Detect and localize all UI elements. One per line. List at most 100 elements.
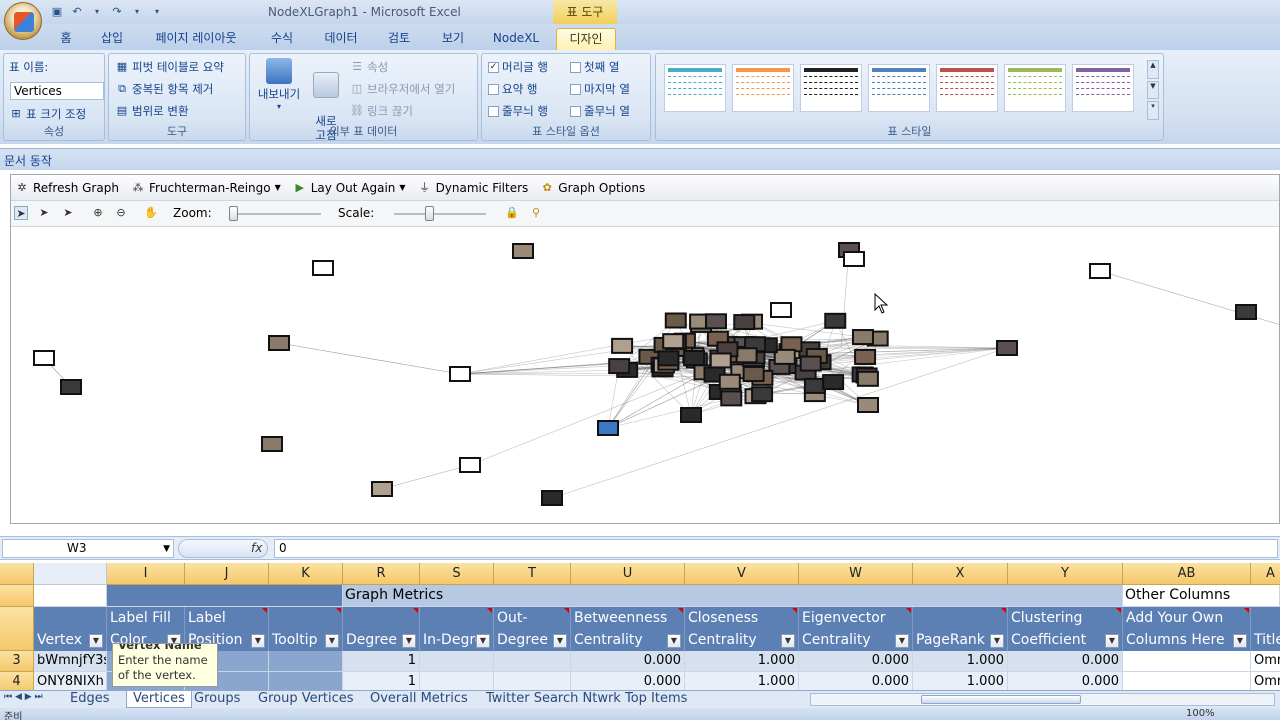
graph-vertex[interactable]	[1089, 263, 1111, 279]
last-column-checkbox[interactable]: 마지막 열	[570, 81, 630, 97]
filter-dropdown-icon[interactable]: ▼	[476, 634, 490, 648]
cell-pagerank[interactable]: 1.000	[913, 672, 1008, 690]
group-header-other-columns[interactable]: Other Columns	[1123, 585, 1280, 607]
cell[interactable]	[494, 651, 571, 672]
header-eigenvector[interactable]: Eigenvector Centrality ▼	[799, 607, 913, 651]
subtract-select-pointer-icon[interactable]: ➤	[61, 206, 75, 220]
graph-vertex[interactable]	[60, 379, 82, 395]
graph-vertex[interactable]	[611, 337, 634, 354]
table-style-swatch[interactable]	[732, 64, 794, 112]
header-closeness[interactable]: Closeness Centrality ▼	[685, 607, 799, 651]
cell-title[interactable]: Omr	[1251, 651, 1280, 672]
filter-dropdown-icon[interactable]: ▼	[781, 634, 795, 648]
graph-vertex[interactable]	[735, 347, 758, 364]
total-row-checkbox[interactable]: 요약 행	[488, 81, 537, 97]
group-header-graph-metrics[interactable]: Graph Metrics	[343, 585, 1123, 607]
dynamic-filters-button[interactable]: ⏚ Dynamic Filters	[418, 181, 528, 195]
cell-clustering[interactable]: 0.000	[1008, 651, 1123, 672]
graph-vertex[interactable]	[33, 350, 55, 366]
layout-dropdown[interactable]: ⁂ Fruchterman-Reingo ▼	[131, 181, 280, 195]
graph-vertex[interactable]	[718, 373, 741, 390]
column-header-w[interactable]: W	[799, 563, 913, 585]
filter-dropdown-icon[interactable]: ▼	[251, 634, 265, 648]
cell[interactable]	[420, 651, 494, 672]
cell-degree[interactable]: 1	[343, 672, 420, 690]
zoom-slider-thumb[interactable]	[229, 206, 238, 221]
zoom-in-icon[interactable]: ⊕	[91, 206, 105, 220]
lock-icon[interactable]: 🔒	[505, 206, 519, 220]
column-header-hidden[interactable]	[34, 563, 107, 585]
column-header-i[interactable]: I	[107, 563, 185, 585]
graph-vertex[interactable]	[371, 481, 393, 497]
sheet-tab[interactable]: Vertices	[126, 691, 192, 708]
first-column-checkbox[interactable]: 첫째 열	[570, 59, 619, 75]
horizontal-scrollbar[interactable]	[810, 693, 1275, 706]
column-header-r[interactable]: R	[343, 563, 420, 585]
cell[interactable]	[494, 672, 571, 690]
graph-vertex[interactable]	[268, 335, 290, 351]
header-title[interactable]: Title	[1251, 607, 1280, 651]
cell-blank[interactable]	[34, 585, 107, 607]
refresh-graph-button[interactable]: ✲ Refresh Graph	[15, 181, 119, 195]
cell[interactable]	[269, 672, 343, 690]
table-style-swatch[interactable]	[936, 64, 998, 112]
graph-vertex[interactable]	[720, 390, 743, 407]
graph-vertex[interactable]	[770, 302, 792, 318]
graph-vertex[interactable]	[857, 397, 879, 413]
graph-vertex[interactable]	[312, 260, 334, 276]
cell-clustering[interactable]: 0.000	[1008, 672, 1123, 690]
sheet-tab[interactable]: Twitter Search Ntwrk Top Items	[486, 691, 687, 708]
select-all-corner[interactable]	[0, 563, 34, 585]
filter-dropdown-icon[interactable]: ▼	[1233, 634, 1247, 648]
graph-vertex[interactable]	[856, 370, 879, 387]
graph-options-button[interactable]: ✿ Graph Options	[540, 181, 646, 195]
pushpin-icon[interactable]: ⚲	[529, 206, 543, 220]
unlink-button[interactable]: ⛓ 링크 끊기	[350, 103, 413, 119]
graph-vertex[interactable]	[449, 366, 471, 382]
lay-out-again-button[interactable]: ▶ Lay Out Again ▼	[293, 181, 406, 195]
cell-closeness[interactable]: 1.000	[685, 651, 799, 672]
group-header-visual[interactable]	[107, 585, 343, 607]
formula-input[interactable]: 0	[274, 539, 1278, 558]
cell[interactable]	[1123, 672, 1251, 690]
banded-rows-checkbox[interactable]: 줄무늬 행	[488, 103, 548, 119]
name-box[interactable]: W3 ▼	[2, 539, 174, 558]
remove-duplicates-button[interactable]: ⧉ 중복된 항목 제거	[115, 81, 213, 97]
graph-vertex[interactable]	[541, 490, 563, 506]
filter-dropdown-icon[interactable]: ▼	[990, 634, 1004, 648]
cell-eigenvector[interactable]: 0.000	[799, 651, 913, 672]
table-style-swatch[interactable]	[800, 64, 862, 112]
graph-canvas[interactable]	[11, 228, 1279, 523]
export-button[interactable]: 내보내기 ▾	[255, 58, 303, 111]
pan-hand-icon[interactable]: ✋	[144, 206, 158, 220]
filter-dropdown-icon[interactable]: ▼	[402, 634, 416, 648]
add-select-pointer-icon[interactable]: ➤	[37, 206, 51, 220]
header-in-degree[interactable]: In-Degre ▼	[420, 607, 494, 651]
open-in-browser-button[interactable]: ◫ 브라우저에서 열기	[350, 81, 456, 97]
graph-vertex[interactable]	[664, 312, 687, 329]
graph-vertex[interactable]	[799, 355, 822, 372]
graph-vertex[interactable]	[803, 377, 826, 394]
graph-vertex[interactable]	[742, 366, 765, 383]
header-out-degree[interactable]: Out- Degree ▼	[494, 607, 571, 651]
column-header-k[interactable]: K	[269, 563, 343, 585]
column-header-y[interactable]: Y	[1008, 563, 1123, 585]
tab-view[interactable]: 보기	[434, 28, 472, 50]
table-style-swatch[interactable]	[664, 64, 726, 112]
table-style-swatch[interactable]	[868, 64, 930, 112]
tab-review[interactable]: 검토	[380, 28, 418, 50]
save-icon[interactable]: ▣	[50, 4, 64, 18]
filter-dropdown-icon[interactable]: ▼	[895, 634, 909, 648]
cell-title[interactable]: Omr	[1251, 672, 1280, 690]
banded-columns-checkbox[interactable]: 줄무늬 열	[570, 103, 630, 119]
column-header-a[interactable]: A	[1251, 563, 1280, 585]
graph-vertex[interactable]	[709, 352, 732, 369]
row-header-2[interactable]	[0, 607, 34, 651]
cell[interactable]	[269, 651, 343, 672]
column-header-u[interactable]: U	[571, 563, 685, 585]
header-clustering[interactable]: Clustering Coefficient ▼	[1008, 607, 1123, 651]
graph-vertex[interactable]	[751, 386, 774, 403]
cell-betweenness[interactable]: 0.000	[571, 672, 685, 690]
graph-vertex[interactable]	[662, 333, 685, 350]
row-header[interactable]: 3	[0, 651, 34, 672]
